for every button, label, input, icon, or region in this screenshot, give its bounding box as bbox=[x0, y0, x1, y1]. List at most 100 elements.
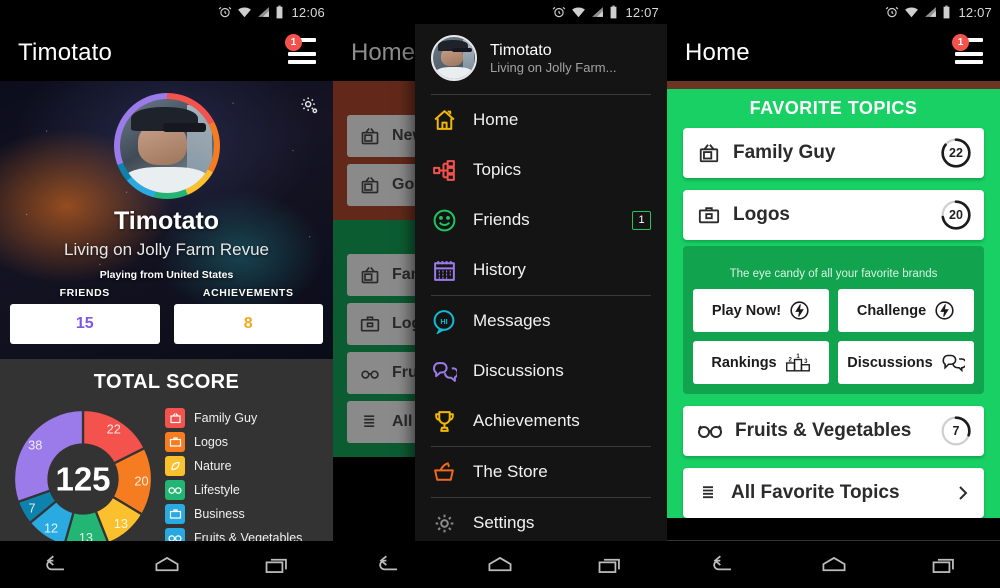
donut-slice-value: 13 bbox=[113, 516, 127, 531]
home-button[interactable] bbox=[470, 545, 530, 585]
signal-icon bbox=[592, 7, 604, 17]
legend-label: Nature bbox=[194, 459, 232, 473]
bolt-circle-icon bbox=[790, 301, 809, 320]
drawer-item-discussions[interactable]: Discussions bbox=[415, 346, 667, 396]
discussions-button[interactable]: Discussions bbox=[838, 341, 974, 384]
chat-hi-icon: HI bbox=[431, 308, 457, 334]
app-bar-left: Timotato 1 bbox=[0, 24, 333, 81]
basket-icon bbox=[431, 459, 457, 485]
donut-center-total: 125 bbox=[55, 461, 110, 498]
settings-gear-button[interactable] bbox=[299, 95, 319, 120]
back-button[interactable] bbox=[693, 545, 753, 585]
drawer-item-label: History bbox=[473, 260, 526, 279]
gear-icon bbox=[301, 97, 318, 114]
drawer-item-home[interactable]: Home bbox=[415, 95, 667, 145]
stat-friends-box[interactable]: 15 bbox=[10, 304, 160, 344]
glasses-icon bbox=[698, 425, 722, 438]
avatar-photo bbox=[119, 99, 214, 193]
hamburger-bar bbox=[288, 59, 316, 64]
glasses-icon bbox=[165, 480, 185, 500]
drawer-item-achievements[interactable]: Achievements bbox=[415, 396, 667, 446]
battery-icon bbox=[944, 5, 950, 19]
recents-icon bbox=[265, 558, 287, 573]
drawer-item-messages[interactable]: HI Messages bbox=[415, 296, 667, 346]
topic-name: Family Guy bbox=[733, 142, 836, 163]
drawer-item-label: Settings bbox=[473, 513, 535, 532]
topic-card-logos[interactable]: Logos 20 bbox=[683, 190, 984, 240]
drawer-screen-panel: Home WH New G Gossi FA Famil bbox=[333, 0, 667, 588]
signal-icon bbox=[258, 7, 270, 17]
home-screen-panel: 12:07 Home 1 FAVORITE TOPICS Family Guy bbox=[667, 0, 1000, 588]
profile-stats-row: FRIENDS 15 ACHIEVEMENTS 8 bbox=[0, 281, 333, 344]
battery-icon bbox=[277, 5, 283, 19]
drawer-item-history[interactable]: History bbox=[415, 245, 667, 295]
stat-achievements-box[interactable]: 8 bbox=[173, 304, 323, 344]
recents-button[interactable] bbox=[248, 545, 308, 585]
wifi-icon bbox=[238, 7, 252, 18]
tv-icon bbox=[361, 127, 379, 145]
discussions-icon bbox=[431, 358, 457, 384]
briefcase-icon bbox=[165, 504, 185, 524]
svg-text:HI: HI bbox=[440, 317, 447, 326]
home-button[interactable] bbox=[137, 545, 197, 585]
topic-name: Logos bbox=[733, 204, 790, 225]
donut-slice-value: 22 bbox=[106, 422, 120, 437]
drawer-profile-header[interactable]: Timotato Living on Jolly Farm... bbox=[415, 24, 667, 94]
avatar[interactable] bbox=[113, 93, 220, 199]
all-favorite-topics-row[interactable]: All Favorite Topics bbox=[683, 468, 984, 518]
menu-hamburger-button[interactable]: 1 bbox=[285, 33, 319, 68]
bolt-circle-icon bbox=[935, 301, 954, 320]
drawer-item-topics[interactable]: Topics bbox=[415, 145, 667, 195]
topic-card-family-guy[interactable]: Family Guy 22 bbox=[683, 128, 984, 178]
home-icon bbox=[822, 556, 845, 571]
hamburger-bar bbox=[288, 51, 316, 56]
stat-friends[interactable]: FRIENDS 15 bbox=[10, 287, 160, 344]
discussions-label: Discussions bbox=[847, 354, 933, 371]
rankings-button[interactable]: Rankings 1 2 3 bbox=[693, 341, 829, 384]
stat-friends-label: FRIENDS bbox=[59, 287, 110, 299]
calendar-icon bbox=[431, 257, 457, 283]
drawer-avatar[interactable] bbox=[431, 35, 477, 81]
briefcase-icon bbox=[698, 207, 720, 224]
status-time: 12:07 bbox=[958, 4, 992, 20]
signal-icon bbox=[925, 7, 937, 17]
drawer-item-label: Home bbox=[473, 110, 519, 129]
battery-icon bbox=[611, 5, 617, 19]
topic-card-fruits-vegetables[interactable]: Fruits & Vegetables 7 bbox=[683, 406, 984, 456]
drawer-item-friends[interactable]: Friends 1 bbox=[415, 195, 667, 245]
favorite-topics-title: FAVORITE TOPICS bbox=[749, 98, 918, 118]
app-bar-right: Home 1 bbox=[667, 24, 1000, 81]
navigation-drawer: Timotato Living on Jolly Farm... Home Top… bbox=[415, 24, 667, 588]
topic-count: 22 bbox=[949, 146, 963, 160]
drawer-item-badge: 1 bbox=[632, 210, 651, 230]
home-button[interactable] bbox=[804, 545, 864, 585]
drawer-item-the-store[interactable]: The Store bbox=[415, 447, 667, 497]
favorite-topics-section: FAVORITE TOPICS Family Guy 22 Logos 20 T… bbox=[667, 89, 1000, 518]
recents-button[interactable] bbox=[581, 545, 641, 585]
menu-hamburger-button[interactable]: 1 bbox=[952, 33, 986, 68]
smiley-icon bbox=[431, 207, 457, 233]
status-time: 12:07 bbox=[625, 4, 659, 20]
drawer-item-label: Achievements bbox=[473, 411, 580, 430]
drawer-item-label: Discussions bbox=[473, 361, 564, 380]
status-bar-right: 12:07 bbox=[667, 0, 1000, 24]
recents-button[interactable] bbox=[915, 545, 975, 585]
stat-achievements[interactable]: ACHIEVEMENTS 8 bbox=[173, 287, 323, 344]
topic-count: 20 bbox=[949, 208, 963, 222]
android-navbar-mid bbox=[333, 541, 667, 588]
donut-slice-value: 20 bbox=[134, 474, 148, 489]
play-now-button[interactable]: Play Now! bbox=[693, 289, 829, 332]
legend-label: Logos bbox=[194, 435, 229, 449]
logos-expanded-panel: The eye candy of all your favorite brand… bbox=[683, 246, 984, 394]
back-button[interactable] bbox=[359, 545, 419, 585]
alarm-icon bbox=[219, 6, 232, 18]
recents-icon bbox=[598, 558, 621, 573]
profile-screen-panel: 12:06 Timotato 1 Timotato Living on Joll… bbox=[0, 0, 333, 588]
drawer-item-label: Topics bbox=[473, 160, 522, 179]
back-button[interactable] bbox=[26, 545, 86, 585]
alarm-icon bbox=[886, 6, 899, 18]
topic-progress-ring: 20 bbox=[940, 199, 972, 231]
donut-slice-value: 12 bbox=[43, 520, 57, 535]
challenge-button[interactable]: Challenge bbox=[838, 289, 974, 332]
profile-location: Playing from United States bbox=[99, 269, 234, 281]
